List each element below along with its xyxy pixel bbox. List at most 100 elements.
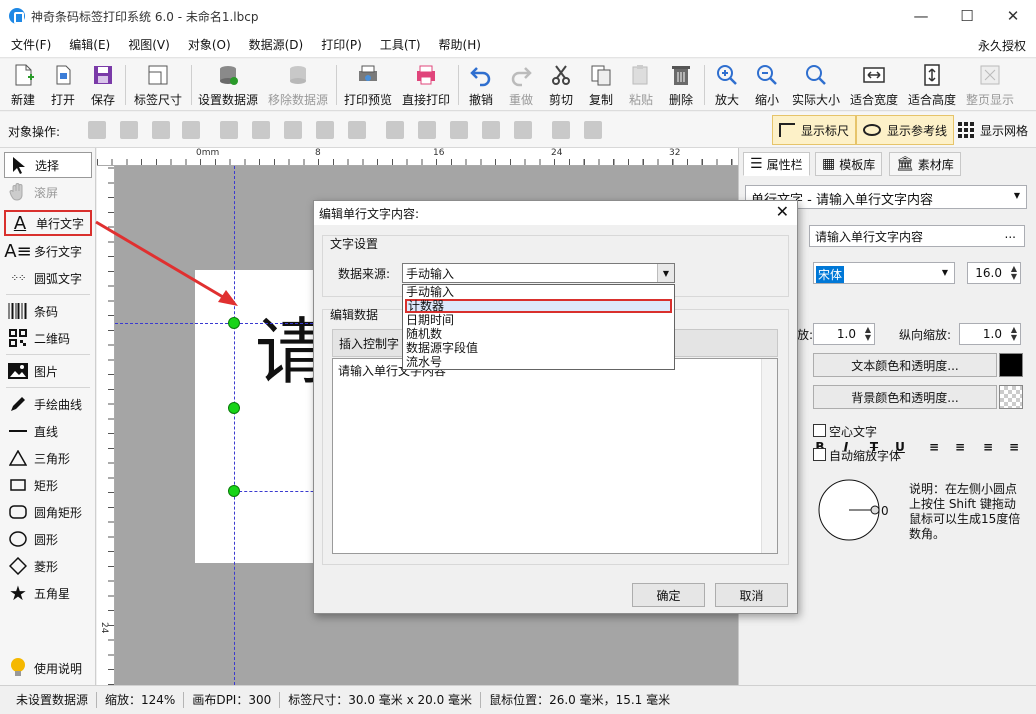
tool-select[interactable]: 选择 [4,152,92,178]
tool-qrcode[interactable]: 二维码 [4,325,92,351]
vscale-spinner[interactable]: 1.0 ▲ ▼ [959,323,1021,345]
tool-rect[interactable]: 矩形 [4,472,92,498]
zoom-in-button[interactable]: 放大 [710,63,744,109]
menu-tools[interactable]: 工具(T) [369,36,428,53]
menu-help[interactable]: 帮助(H) [428,36,488,53]
tool-arc-text[interactable]: ⁘⁘ 圆弧文字 [4,265,92,291]
delete-button[interactable]: 删除 [664,63,698,109]
justify-button[interactable]: ≡ [1005,438,1023,456]
fit-height-button[interactable]: 适合高度 [906,63,958,109]
insert-control-tab[interactable]: 插入控制字 [339,335,399,352]
license-status[interactable]: 永久授权 [978,37,1026,54]
text-color-button[interactable]: 文本颜色和透明度... [813,353,997,377]
align-right-icon[interactable] [284,121,302,139]
tool-image[interactable]: 图片 [4,358,92,384]
redo-button[interactable]: 重做 [504,63,538,109]
bg-color-swatch[interactable] [999,385,1023,409]
tab-properties[interactable]: ☰ 属性栏 [743,152,810,176]
remove-datasource-button[interactable]: 移除数据源 [266,63,330,109]
menu-object[interactable]: 对象(O) [177,36,238,53]
show-guides-toggle[interactable]: 显示参考线 [856,115,955,145]
tool-ellipse[interactable]: 圆形 [4,526,92,552]
distribute-h-icon[interactable] [316,121,334,139]
layer-top-icon[interactable] [152,121,170,139]
undo-button[interactable]: 撤销 [464,63,498,109]
tool-multi-text[interactable]: A≡ 多行文字 [4,238,92,264]
option-counter[interactable]: 计数器 [405,299,672,313]
menu-datasource[interactable]: 数据源(D) [238,36,311,53]
tool-round-rect[interactable]: 圆角矩形 [4,499,92,525]
copy-button[interactable]: 复制 [584,63,618,109]
tool-single-text[interactable]: A 单行文字 [4,210,92,236]
distribute-v-icon[interactable] [482,121,500,139]
hscale-spinner[interactable]: 1.0 ▲ ▼ [813,323,875,345]
same-height-icon[interactable] [514,121,532,139]
tool-star[interactable]: ★ 五角星 [4,580,92,606]
option-datasource-field[interactable]: 数据源字段值 [405,341,672,355]
page-display-button[interactable]: 整页显示 [964,63,1016,109]
align-left-button[interactable]: ≡ [925,438,943,456]
same-width-icon[interactable] [348,121,366,139]
save-button[interactable]: 保存 [88,63,118,109]
fit-width-button[interactable]: 适合宽度 [848,63,900,109]
label-size-button[interactable]: 标签尺寸 [132,63,184,109]
tab-materials[interactable]: 🏛 素材库 [889,152,961,176]
open-button[interactable]: 打开 [48,63,78,109]
font-name-select[interactable]: 宋体 ▼ [813,262,955,284]
editor-scrollbar[interactable] [761,359,777,553]
align-right-button[interactable]: ≡ [979,438,997,456]
show-grid-toggle[interactable]: 显示网格 [952,115,1034,145]
bg-color-button[interactable]: 背景颜色和透明度... [813,385,997,409]
tool-diamond[interactable]: 菱形 [4,553,92,579]
minimize-button[interactable]: — [898,0,944,32]
group-icon[interactable] [552,121,570,139]
new-button[interactable]: 新建 [8,63,38,109]
layer-down-icon[interactable] [120,121,138,139]
layer-bottom-icon[interactable] [182,121,200,139]
tool-scroll[interactable]: 滚屏 [4,179,92,205]
align-middle-icon[interactable] [418,121,436,139]
option-manual[interactable]: 手动输入 [405,285,672,299]
ungroup-icon[interactable] [584,121,602,139]
align-center-button[interactable]: ≡ [951,438,969,456]
menu-view[interactable]: 视图(V) [117,36,177,53]
actual-size-button[interactable]: 实际大小 [790,63,842,109]
text-content-editor[interactable]: 请输入单行文字内容 [332,358,778,554]
align-center-icon[interactable] [252,121,270,139]
zoom-out-button[interactable]: 缩小 [750,63,784,109]
layer-up-icon[interactable] [88,121,106,139]
dialog-close-icon[interactable]: ✕ [776,202,789,221]
tab-templates[interactable]: ▦ 模板库 [815,152,883,176]
cancel-button[interactable]: 取消 [715,583,788,607]
text-color-swatch[interactable] [999,353,1023,377]
tool-freehand[interactable]: 手绘曲线 [4,391,92,417]
show-ruler-toggle[interactable]: 显示标尺 [772,115,857,145]
maximize-button[interactable]: ☐ [944,0,990,32]
align-left-icon[interactable] [220,121,238,139]
direct-print-button[interactable]: 直接打印 [400,63,452,109]
font-size-spinner[interactable]: 16.0 ▲ ▼ [967,262,1021,284]
content-field[interactable]: 请输入单行文字内容 ... [809,225,1025,247]
menu-edit[interactable]: 编辑(E) [58,36,117,53]
set-datasource-button[interactable]: 设置数据源 [196,63,260,109]
resize-handle[interactable] [228,317,240,329]
option-random[interactable]: 随机数 [405,327,672,341]
resize-handle[interactable] [228,485,240,497]
help-button[interactable]: 使用说明 [4,655,92,681]
resize-handle[interactable] [228,402,240,414]
option-serial-number[interactable]: 流水号 [405,355,672,369]
option-datetime[interactable]: 日期时间 [405,313,672,327]
tool-triangle[interactable]: 三角形 [4,445,92,471]
tool-line[interactable]: 直线 [4,418,92,444]
align-top-icon[interactable] [386,121,404,139]
menu-print[interactable]: 打印(P) [310,36,369,53]
more-button[interactable]: ... [1005,227,1016,241]
hollow-text-checkbox[interactable] [813,424,826,437]
paste-button[interactable]: 粘贴 [624,63,658,109]
datasource-select[interactable]: 手动输入 ▼ [402,263,675,283]
tool-barcode[interactable]: 条码 [4,298,92,324]
menu-file[interactable]: 文件(F) [0,36,58,53]
cut-button[interactable]: 剪切 [544,63,578,109]
ok-button[interactable]: 确定 [632,583,705,607]
auto-scale-checkbox[interactable] [813,448,826,461]
